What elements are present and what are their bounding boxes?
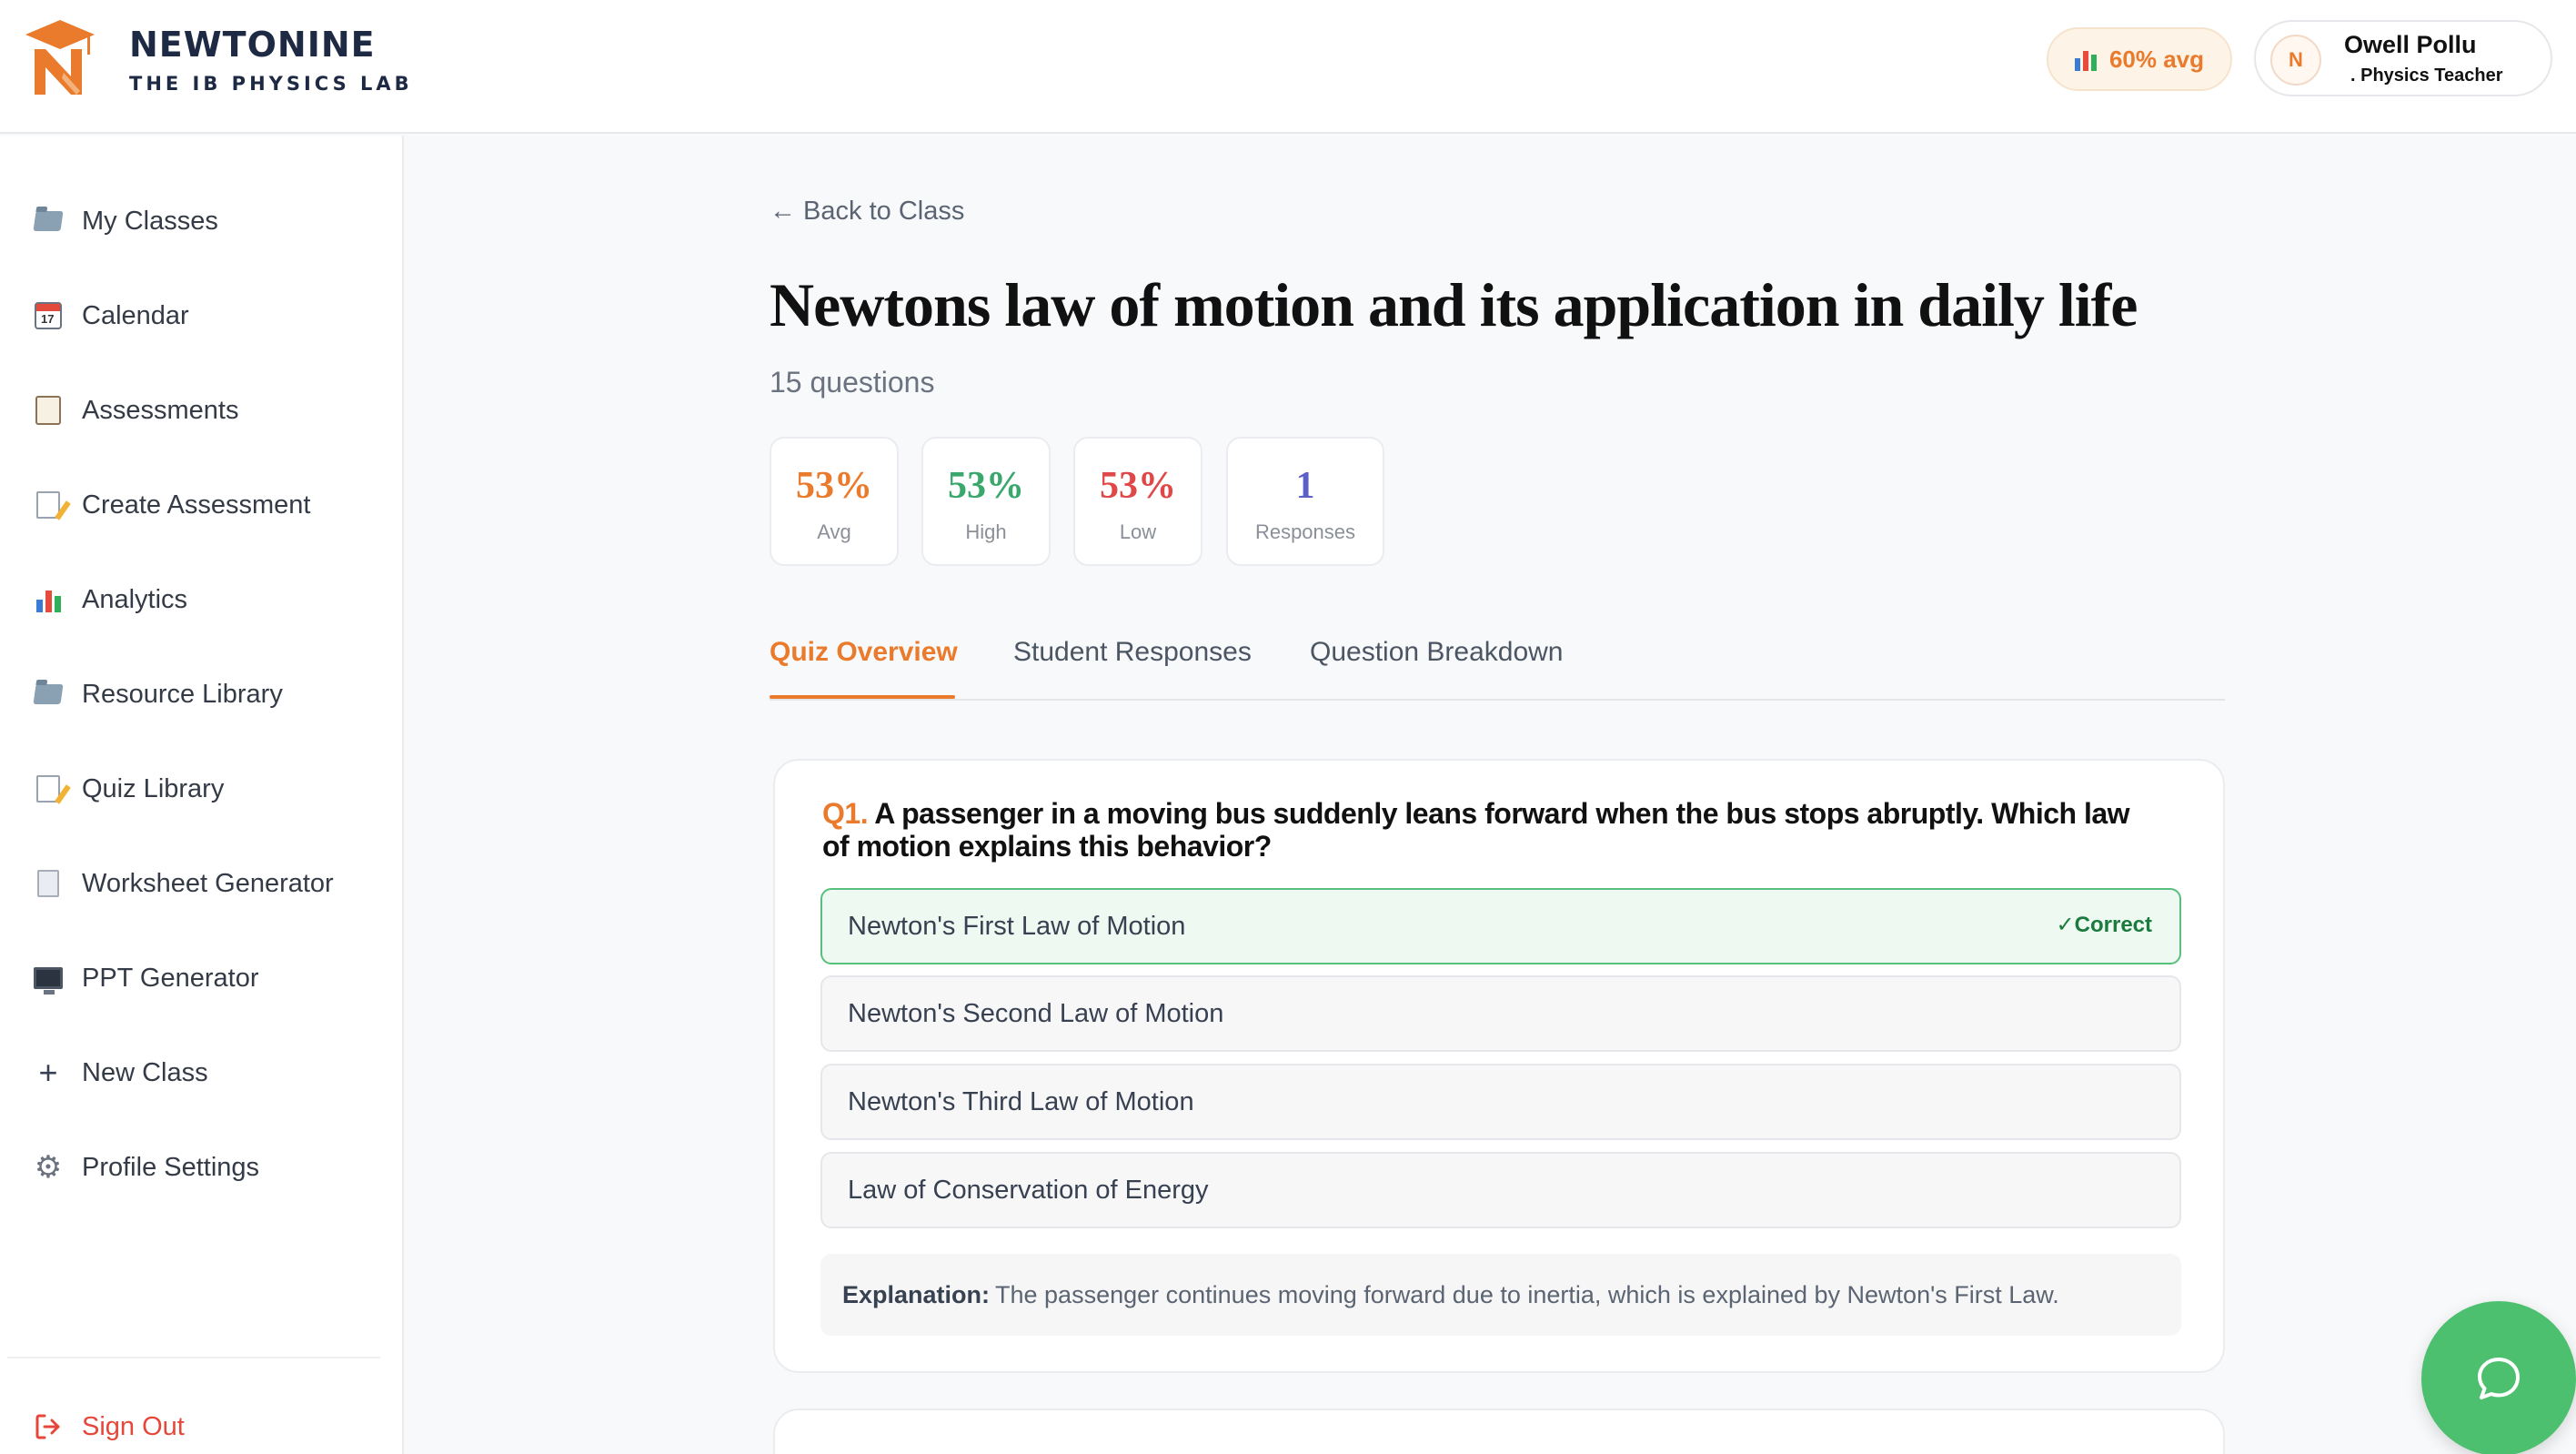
newtonine-logo-icon	[24, 18, 96, 98]
user-role: . Physics Teacher	[2350, 66, 2503, 86]
correct-badge: ✓Correct	[2056, 913, 2152, 937]
explanation-box: Explanation: The passenger continues mov…	[820, 1254, 2181, 1336]
avatar: N	[2270, 35, 2321, 86]
sidebar-item-quiz-library[interactable]: Quiz Library	[31, 762, 377, 816]
stat-label: Responses	[1254, 520, 1356, 543]
sidebar-item-label: Resource Library	[82, 679, 283, 709]
average-score-text: 60% avg	[2108, 45, 2205, 73]
stat-card-responses: 1 Responses	[1226, 437, 1384, 566]
user-name: Owell Pollu	[2344, 31, 2477, 58]
bar-chart-icon	[31, 582, 65, 617]
question-text: Q1. A passenger in a moving bus suddenly…	[822, 797, 2150, 863]
sidebar-item-label: PPT Generator	[82, 963, 259, 993]
sidebar-item-assessments[interactable]: Assessments	[31, 383, 377, 438]
sidebar-item-label: New Class	[82, 1057, 208, 1087]
sidebar-item-label: Quiz Library	[82, 773, 225, 803]
stat-label: Avg	[817, 520, 851, 543]
option-text: Newton's First Law of Motion	[848, 911, 1186, 941]
tab-question-breakdown[interactable]: Question Breakdown	[1310, 637, 1564, 668]
sidebar-item-my-classes[interactable]: My Classes	[31, 194, 377, 248]
explanation-label: Explanation:	[842, 1280, 991, 1308]
sidebar-divider	[7, 1357, 380, 1358]
question-card: Q1. A passenger in a moving bus suddenly…	[773, 759, 2225, 1373]
sidebar-item-create-assessment[interactable]: Create Assessment	[31, 478, 377, 532]
stat-label: High	[965, 520, 1007, 543]
tab-student-responses[interactable]: Student Responses	[1013, 637, 1252, 668]
sidebar-item-label: Create Assessment	[82, 490, 311, 520]
explanation-text: The passenger continues moving forward d…	[995, 1280, 2059, 1308]
memo-icon	[31, 772, 65, 806]
sidebar-item-label: Analytics	[82, 584, 188, 614]
user-profile-card[interactable]: N Owell Pollu . Physics Teacher	[2254, 20, 2552, 96]
sign-out-button[interactable]: Sign Out	[31, 1399, 185, 1454]
stat-value: 53%	[1100, 465, 1176, 507]
chat-button[interactable]	[2421, 1301, 2576, 1454]
answer-option: Newton's Second Law of Motion	[820, 975, 2181, 1052]
sign-out-label: Sign Out	[82, 1411, 185, 1441]
folder-icon	[31, 204, 65, 238]
answer-option-correct: Newton's First Law of Motion ✓Correct	[820, 888, 2181, 964]
stat-card-avg: 53% Avg	[770, 437, 899, 566]
tab-bar: Quiz Overview Student Responses Question…	[770, 628, 2225, 701]
page-title: Newtons law of motion and its applicatio…	[770, 270, 2138, 339]
calendar-icon	[31, 298, 65, 333]
monitor-icon	[31, 961, 65, 995]
plus-icon: +	[38, 1054, 58, 1091]
answer-option: Law of Conservation of Energy	[820, 1152, 2181, 1228]
sign-out-icon	[31, 1409, 65, 1444]
memo-icon	[31, 488, 65, 522]
brand[interactable]: NEWTONINE THE IB PHYSICS LAB	[24, 18, 413, 98]
stat-value: 53%	[796, 465, 872, 507]
stat-value: 53%	[948, 465, 1024, 507]
question-body: A passenger in a moving bus suddenly lea…	[822, 797, 2130, 863]
sidebar-item-worksheet-generator[interactable]: Worksheet Generator	[31, 856, 377, 911]
brand-name: NEWTONINE	[129, 25, 376, 65]
sidebar-item-new-class[interactable]: + New Class	[31, 1045, 377, 1100]
sidebar-item-analytics[interactable]: Analytics	[31, 572, 377, 627]
sidebar-item-label: My Classes	[82, 206, 218, 236]
average-score-pill: 60% avg	[2047, 27, 2232, 91]
answer-option: Newton's Third Law of Motion	[820, 1064, 2181, 1140]
sidebar-item-profile-settings[interactable]: ⚙ Profile Settings	[31, 1140, 377, 1195]
sidebar-item-label: Profile Settings	[82, 1152, 260, 1182]
sidebar-item-resource-library[interactable]: Resource Library	[31, 667, 377, 722]
question-card-next	[773, 1409, 2225, 1454]
gear-icon: ⚙	[34, 1150, 63, 1185]
folder-icon	[31, 677, 65, 712]
stat-value: 1	[1295, 465, 1315, 507]
question-number: Q1.	[822, 797, 869, 830]
brand-subtitle: THE IB PHYSICS LAB	[129, 73, 413, 95]
option-text: Newton's Second Law of Motion	[848, 998, 1224, 1028]
top-header: NEWTONINE THE IB PHYSICS LAB 60% avg N O…	[0, 0, 2576, 134]
sidebar-item-label: Calendar	[82, 300, 189, 330]
active-tab-indicator	[770, 695, 955, 699]
stat-label: Low	[1119, 520, 1157, 543]
page-icon	[31, 866, 65, 901]
sidebar-item-label: Assessments	[82, 395, 239, 425]
option-text: Newton's Third Law of Motion	[848, 1086, 1194, 1116]
stat-card-high: 53% High	[921, 437, 1051, 566]
chat-bubble-icon	[2421, 1301, 2576, 1454]
option-text: Law of Conservation of Energy	[848, 1175, 1209, 1205]
question-count: 15 questions	[770, 366, 935, 399]
sidebar-item-label: Worksheet Generator	[82, 868, 334, 898]
tab-quiz-overview[interactable]: Quiz Overview	[770, 637, 958, 668]
clipboard-icon	[31, 393, 65, 428]
sidebar: My Classes Calendar Assessments Create A…	[0, 136, 404, 1454]
stat-card-low: 53% Low	[1073, 437, 1202, 566]
bar-chart-icon	[2074, 47, 2097, 71]
back-to-class-link[interactable]: ← Back to Class	[770, 197, 964, 227]
sidebar-item-calendar[interactable]: Calendar	[31, 288, 377, 343]
sidebar-item-ppt-generator[interactable]: PPT Generator	[31, 951, 377, 1005]
